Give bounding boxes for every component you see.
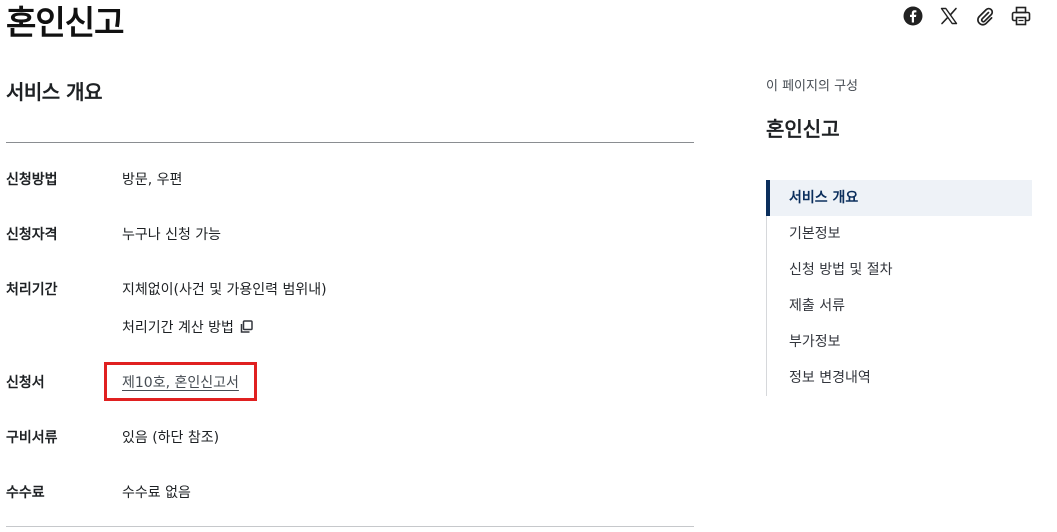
toc-item-additional-info[interactable]: 부가정보: [767, 324, 1032, 360]
copy-link-button[interactable]: [974, 5, 996, 27]
page-title: 혼인신고: [6, 3, 124, 42]
print-button[interactable]: [1010, 5, 1032, 27]
row-label: 구비서류: [6, 430, 58, 446]
toc-item-documents[interactable]: 제출 서류: [767, 288, 1032, 324]
row-value: 있음 (하단 참조): [122, 430, 220, 446]
facebook-icon: [903, 6, 923, 26]
print-icon: [1011, 6, 1031, 26]
toc-item-change-history[interactable]: 정보 변경내역: [767, 360, 1032, 396]
toc-caption: 이 페이지의 구성: [766, 79, 858, 94]
section-bottom-divider: [6, 526, 694, 527]
toc-item-service-overview[interactable]: 서비스 개요: [766, 180, 1032, 216]
copy-window-icon: [240, 320, 253, 333]
calc-link-label: 처리기간 계산 방법: [122, 320, 234, 336]
x-share-button[interactable]: [938, 5, 960, 27]
row-value: 수수료 없음: [122, 485, 191, 501]
row-label: 신청자격: [6, 227, 58, 243]
processing-time-calc-link[interactable]: 처리기간 계산 방법: [122, 317, 254, 337]
toc-item-basic-info[interactable]: 기본정보: [767, 216, 1032, 252]
row-value: 방문, 우편: [122, 172, 183, 188]
row-label: 신청방법: [6, 172, 58, 188]
row-value: 지체없이(사건 및 가용인력 범위내): [122, 282, 327, 298]
share-toolbar: [902, 5, 1032, 27]
paperclip-icon: [977, 7, 994, 26]
row-value: 누구나 신청 가능: [122, 227, 222, 243]
section-title: 서비스 개요: [6, 80, 102, 104]
application-form-link[interactable]: 제10호, 혼인신고서: [122, 372, 239, 392]
toc-list: 서비스 개요 기본정보 신청 방법 및 절차 제출 서류 부가정보 정보 변경내…: [766, 180, 1032, 396]
facebook-share-button[interactable]: [902, 5, 924, 27]
row-label: 수수료: [6, 485, 45, 501]
section-divider: [6, 142, 694, 143]
row-label: 신청서: [6, 375, 45, 391]
row-label: 처리기간: [6, 282, 58, 298]
toc-item-procedure[interactable]: 신청 방법 및 절차: [767, 252, 1032, 288]
toc-title: 혼인신고: [766, 117, 840, 141]
x-icon: [940, 7, 958, 25]
